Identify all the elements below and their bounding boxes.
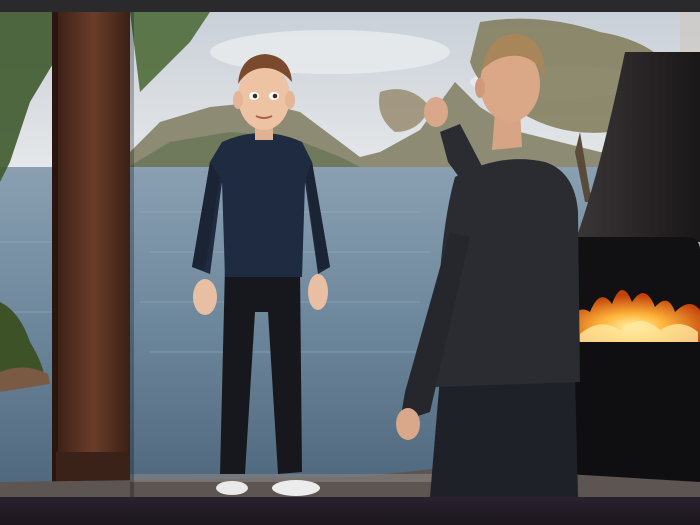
post-shadow	[130, 12, 134, 497]
photo-frame	[0, 0, 700, 525]
man-pants	[430, 372, 578, 497]
top-letterbox-bar	[0, 0, 700, 12]
wooden-post-left	[56, 12, 130, 497]
avatar-hand-left	[193, 279, 217, 315]
post-trim	[52, 12, 58, 497]
man-hand-lower	[396, 408, 420, 440]
avatar-shoe-right	[272, 480, 320, 496]
scene-image	[0, 12, 700, 497]
avatar-shoe-left	[216, 481, 248, 495]
man-hand-raised	[424, 97, 448, 127]
bottom-letterbox-bar	[0, 497, 700, 525]
avatar-hand-right	[308, 274, 328, 310]
